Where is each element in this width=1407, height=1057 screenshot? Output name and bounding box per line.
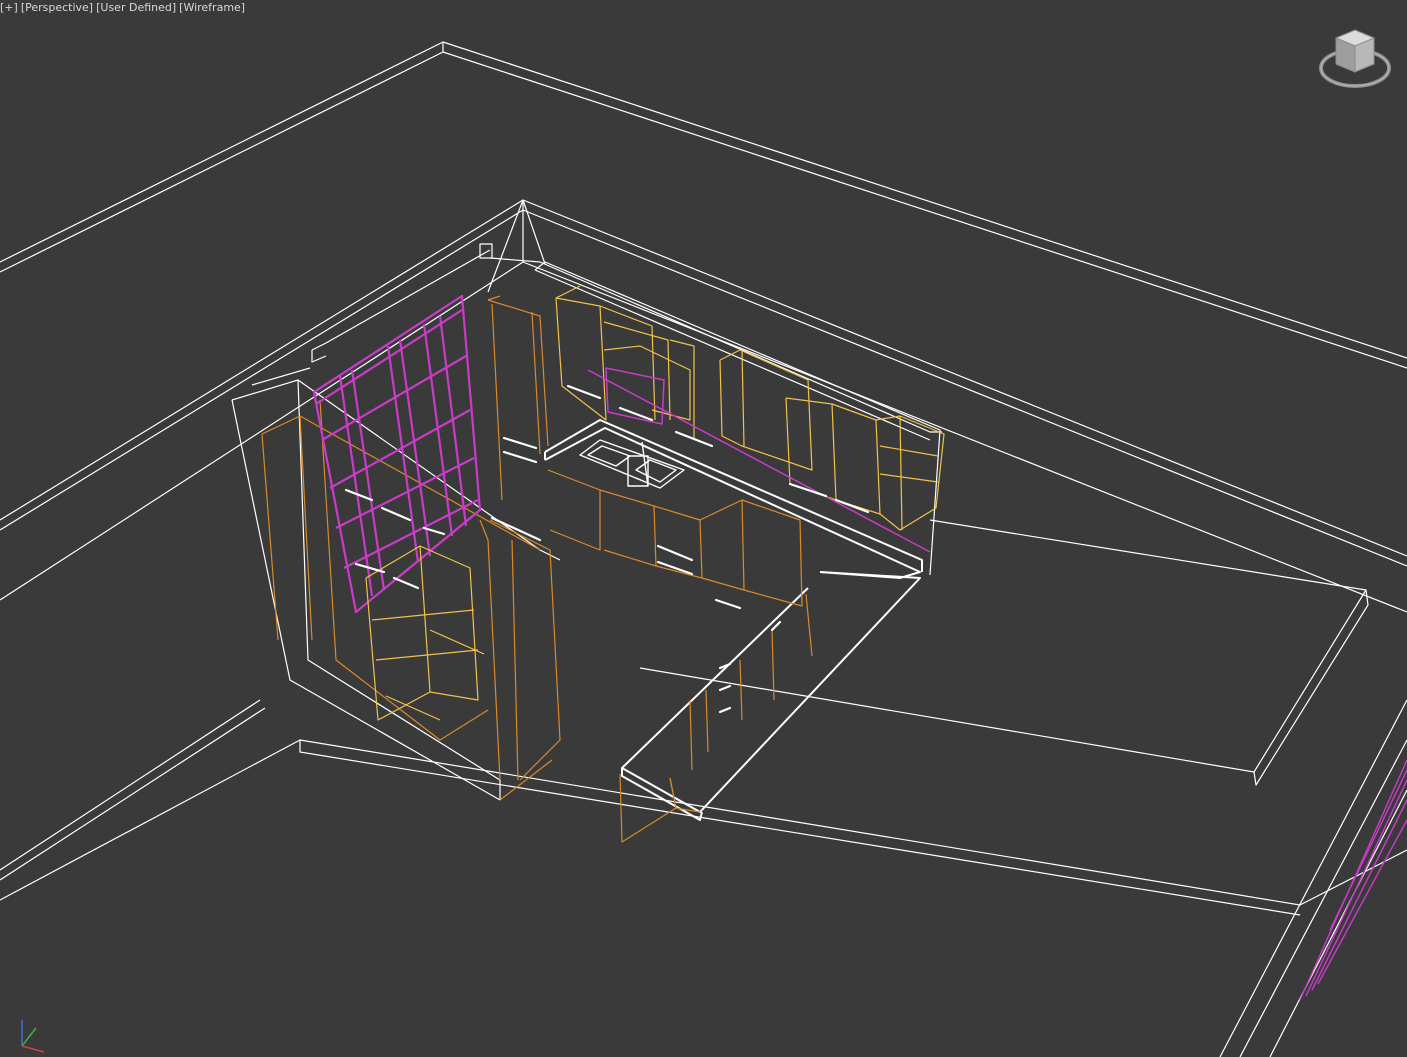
countertop bbox=[544, 419, 923, 821]
upper-glass bbox=[587, 367, 931, 553]
viewcube-icon[interactable] bbox=[1316, 24, 1394, 92]
sink bbox=[579, 439, 685, 489]
wireframe-kitchen-scene[interactable] bbox=[0, 0, 1407, 1057]
viewport-label: [+] [Perspective] [User Defined] [Wirefr… bbox=[0, 0, 245, 16]
shading-mode-label[interactable]: [Wireframe] bbox=[179, 0, 245, 16]
base-cabinets bbox=[547, 469, 813, 843]
view-type-label[interactable]: [Perspective] bbox=[21, 0, 93, 16]
axis-tripod-icon bbox=[21, 1020, 45, 1053]
window-glass-right bbox=[1299, 759, 1407, 1001]
room-walls bbox=[0, 41, 1407, 1057]
viewport-menu-button[interactable]: [+] bbox=[0, 0, 18, 16]
perspective-viewport[interactable]: [+] [Perspective] [User Defined] [Wirefr… bbox=[0, 0, 1407, 1057]
camera-label[interactable]: [User Defined] bbox=[96, 0, 176, 16]
